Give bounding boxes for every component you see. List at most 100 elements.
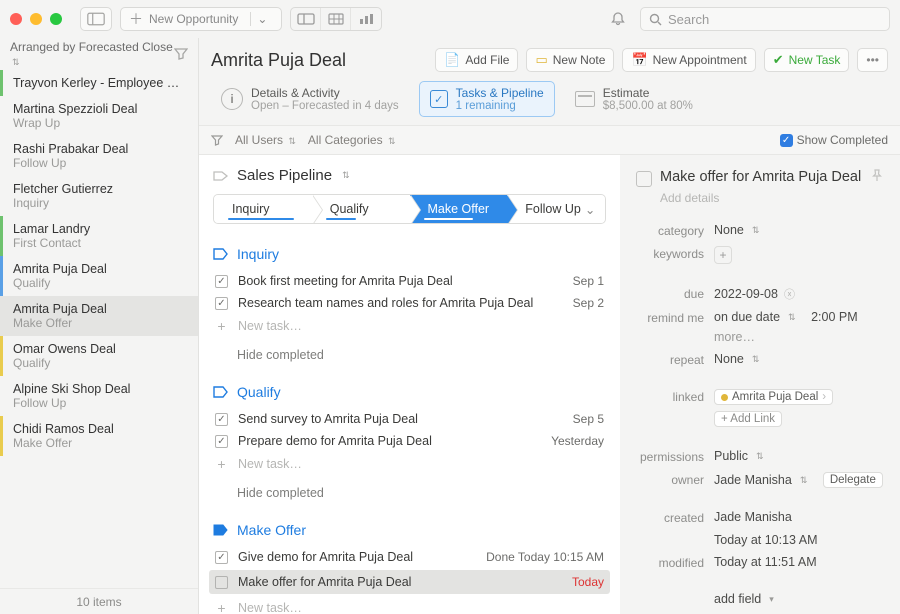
more-button[interactable]: •••	[857, 48, 888, 72]
section-header[interactable]: Inquiry	[213, 246, 606, 262]
sort-caret-icon: ⇅	[12, 57, 20, 67]
search-input[interactable]: Search	[640, 7, 890, 31]
pipeline-step[interactable]: Inquiry	[214, 195, 312, 223]
sidebar-item[interactable]: Trayvon Kerley - Employee Candid...	[0, 70, 198, 96]
pipeline-title[interactable]: Sales Pipeline ⇅	[213, 167, 606, 184]
tasks-icon: ✓	[430, 90, 448, 108]
show-completed-toggle[interactable]: ✓ Show Completed	[780, 133, 888, 147]
new-opportunity-label: New Opportunity	[149, 12, 238, 26]
sidebar-item[interactable]: Fletcher GutierrezInquiry	[0, 176, 198, 216]
view-switcher[interactable]	[290, 7, 382, 31]
section-header[interactable]: Make Offer	[213, 522, 606, 538]
search-icon	[649, 13, 662, 26]
new-note-button[interactable]: ▭New Note	[526, 48, 614, 72]
task-checkbox[interactable]	[215, 413, 228, 426]
task-row[interactable]: Prepare demo for Amrita Puja DealYesterd…	[213, 430, 606, 452]
new-task-row[interactable]: +New task…	[213, 452, 606, 476]
inspector-panel: Make offer for Amrita Puja Deal Add deta…	[620, 155, 900, 614]
task-checkbox[interactable]	[215, 275, 228, 288]
pipeline-step[interactable]: Qualify	[312, 195, 410, 223]
sidebar-item[interactable]: Omar Owens DealQualify	[0, 336, 198, 376]
category-field[interactable]: None⇅	[714, 223, 884, 237]
pipeline-panel: Sales Pipeline ⇅ InquiryQualifyMake Offe…	[199, 155, 620, 614]
sidebar-item[interactable]: Chidi Ramos DealMake Offer	[0, 416, 198, 456]
add-field-link[interactable]: add field ▾	[714, 592, 884, 606]
sidebar-item[interactable]: Alpine Ski Shop DealFollow Up	[0, 376, 198, 416]
section-header[interactable]: Qualify	[213, 384, 606, 400]
remind-field[interactable]: on due date⇅ 2:00 PM more…	[714, 310, 884, 344]
add-link-button[interactable]: + Add Link	[714, 411, 782, 427]
chevron-down-icon[interactable]: ⌄	[250, 12, 273, 26]
tasks-pipeline-tab[interactable]: ✓ Tasks & Pipeline1 remaining	[419, 81, 555, 117]
view-grid-icon[interactable]	[321, 8, 351, 30]
pipeline-stepper: InquiryQualifyMake OfferFollow Up ⌄	[213, 194, 606, 224]
task-row[interactable]: Research team names and roles for Amrita…	[213, 292, 606, 314]
details-activity-tab[interactable]: i Details & ActivityOpen – Forecasted in…	[211, 81, 409, 117]
new-task-button[interactable]: ✔New Task	[764, 48, 850, 72]
inspector-title: Make offer for Amrita Puja Deal	[660, 169, 862, 185]
add-file-button[interactable]: 📄Add File	[435, 48, 518, 72]
task-row[interactable]: Book first meeting for Amrita Puja DealS…	[213, 270, 606, 292]
task-row[interactable]: Make offer for Amrita Puja DealToday	[209, 570, 610, 594]
linked-chip[interactable]: Amrita Puja Deal ›	[714, 389, 833, 405]
hide-completed-link[interactable]: Hide completed	[237, 348, 606, 362]
filter-users[interactable]: All Users ⇅	[235, 133, 296, 147]
permissions-field[interactable]: Public⇅	[714, 449, 884, 463]
view-chart-icon[interactable]	[351, 8, 381, 30]
bell-icon[interactable]	[610, 11, 626, 27]
new-task-row[interactable]: +New task…	[213, 314, 606, 338]
sidebar-item[interactable]: Martina Spezzioli DealWrap Up	[0, 96, 198, 136]
task-checkbox[interactable]	[215, 576, 228, 589]
close-icon[interactable]	[10, 13, 22, 25]
traffic-lights	[10, 13, 62, 25]
minimize-icon[interactable]	[30, 13, 42, 25]
add-details-link[interactable]: Add details	[660, 191, 884, 205]
pin-icon[interactable]	[870, 169, 884, 183]
info-icon: i	[221, 88, 243, 110]
zoom-icon[interactable]	[50, 13, 62, 25]
note-icon: ▭	[535, 52, 547, 68]
view-columns-icon[interactable]	[291, 8, 321, 30]
plus-icon: +	[215, 456, 228, 472]
task-checkbox[interactable]	[215, 297, 228, 310]
owner-field[interactable]: Jade Manisha⇅ Delegate	[714, 472, 884, 488]
window: ＋ New Opportunity ⌄ Search Arranged by F…	[0, 0, 900, 614]
stage-icon	[213, 524, 229, 536]
task-row[interactable]: Give demo for Amrita Puja DealDone Today…	[213, 546, 606, 568]
add-keyword-button[interactable]: +	[714, 246, 732, 264]
estimate-icon	[575, 91, 595, 107]
task-row[interactable]: Send survey to Amrita Puja DealSep 5	[213, 408, 606, 430]
sidebar: Arranged by Forecasted Close ⇅ Trayvon K…	[0, 38, 199, 614]
task-complete-checkbox[interactable]	[636, 171, 652, 187]
filter-icon[interactable]	[174, 48, 188, 60]
filter-bar: All Users ⇅ All Categories ⇅ ✓ Show Comp…	[199, 125, 900, 155]
pipeline-step[interactable]: Follow Up ⌄	[507, 195, 605, 223]
page-title: Amrita Puja Deal	[211, 50, 427, 71]
task-checkbox[interactable]	[215, 435, 228, 448]
check-icon: ✔	[773, 52, 784, 68]
delegate-button[interactable]: Delegate	[823, 472, 883, 488]
dot-icon	[721, 394, 728, 401]
sidebar-sort-header[interactable]: Arranged by Forecasted Close ⇅	[0, 38, 198, 70]
new-appointment-button[interactable]: 📅New Appointment	[622, 48, 755, 72]
plus-icon: +	[215, 318, 228, 334]
repeat-field[interactable]: None⇅	[714, 352, 884, 366]
calendar-icon: 📅	[631, 52, 647, 68]
sidebar-item[interactable]: Lamar LandryFirst Contact	[0, 216, 198, 256]
sidebar-footer: 10 items	[0, 588, 198, 614]
sidebar-item[interactable]: Amrita Puja DealMake Offer	[0, 296, 198, 336]
sidebar-item[interactable]: Rashi Prabakar DealFollow Up	[0, 136, 198, 176]
new-opportunity-button[interactable]: ＋ New Opportunity ⌄	[120, 7, 282, 31]
sidebar-toggle-button[interactable]	[80, 7, 112, 31]
hide-completed-link[interactable]: Hide completed	[237, 486, 606, 500]
sidebar-item[interactable]: Amrita Puja DealQualify	[0, 256, 198, 296]
filter-categories[interactable]: All Categories ⇅	[308, 133, 396, 147]
filter-funnel-icon[interactable]	[211, 135, 223, 146]
clear-due-icon[interactable]: ⓧ	[784, 286, 795, 302]
new-task-row[interactable]: +New task…	[213, 596, 606, 614]
task-checkbox[interactable]	[215, 551, 228, 564]
due-field[interactable]: 2022-09-08 ⓧ	[714, 286, 884, 302]
search-placeholder: Search	[668, 12, 709, 27]
pipeline-step[interactable]: Make Offer	[410, 195, 508, 223]
estimate-tab[interactable]: Estimate$8,500.00 at 80%	[565, 81, 703, 117]
